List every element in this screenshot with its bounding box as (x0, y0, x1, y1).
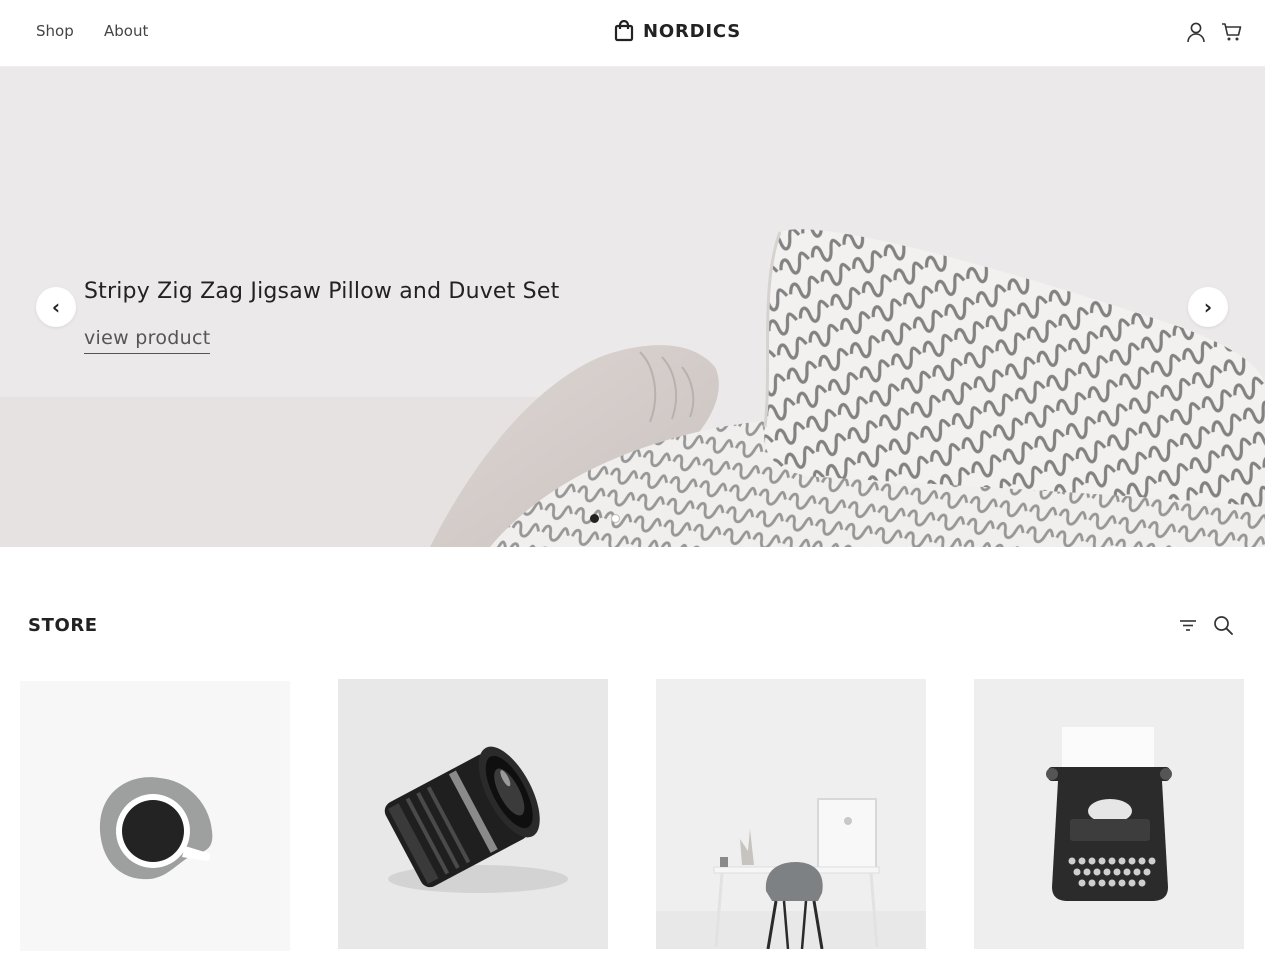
chevron-left-icon: ‹ (51, 295, 61, 319)
hero-image (0, 67, 1265, 547)
brand-name: NORDICS (643, 20, 741, 42)
product-card-coffee-cup[interactable] (20, 681, 290, 951)
nav-shop-link[interactable]: Shop (36, 22, 74, 40)
carousel-dot[interactable] (611, 514, 620, 523)
shopping-bag-icon (614, 20, 634, 42)
carousel-dots (590, 514, 620, 523)
site-header: Shop About NORDICS (0, 0, 1265, 67)
product-image (656, 679, 926, 949)
brand-logo[interactable]: NORDICS (614, 20, 741, 42)
nav-about-link[interactable]: About (104, 22, 148, 40)
carousel-dot[interactable] (590, 514, 599, 523)
product-card-typewriter[interactable] (974, 679, 1244, 949)
chevron-right-icon: › (1203, 295, 1213, 319)
product-grid (0, 679, 1265, 958)
product-image (338, 679, 608, 949)
filter-icon[interactable] (1177, 614, 1199, 636)
product-card-camera-lens[interactable] (338, 679, 608, 949)
cart-icon[interactable] (1221, 21, 1243, 43)
store-heading: STORE (28, 615, 98, 636)
carousel-next-button[interactable]: › (1188, 287, 1228, 327)
carousel-prev-button[interactable]: ‹ (36, 287, 76, 327)
user-icon[interactable] (1185, 21, 1207, 43)
product-image (974, 679, 1244, 949)
search-icon[interactable] (1212, 614, 1234, 636)
view-product-link[interactable]: view product (84, 327, 211, 354)
hero-carousel: Stripy Zig Zag Jigsaw Pillow and Duvet S… (0, 67, 1265, 547)
product-image (20, 681, 290, 951)
product-card-desk-chair[interactable] (656, 679, 926, 949)
hero-title: Stripy Zig Zag Jigsaw Pillow and Duvet S… (84, 279, 560, 304)
